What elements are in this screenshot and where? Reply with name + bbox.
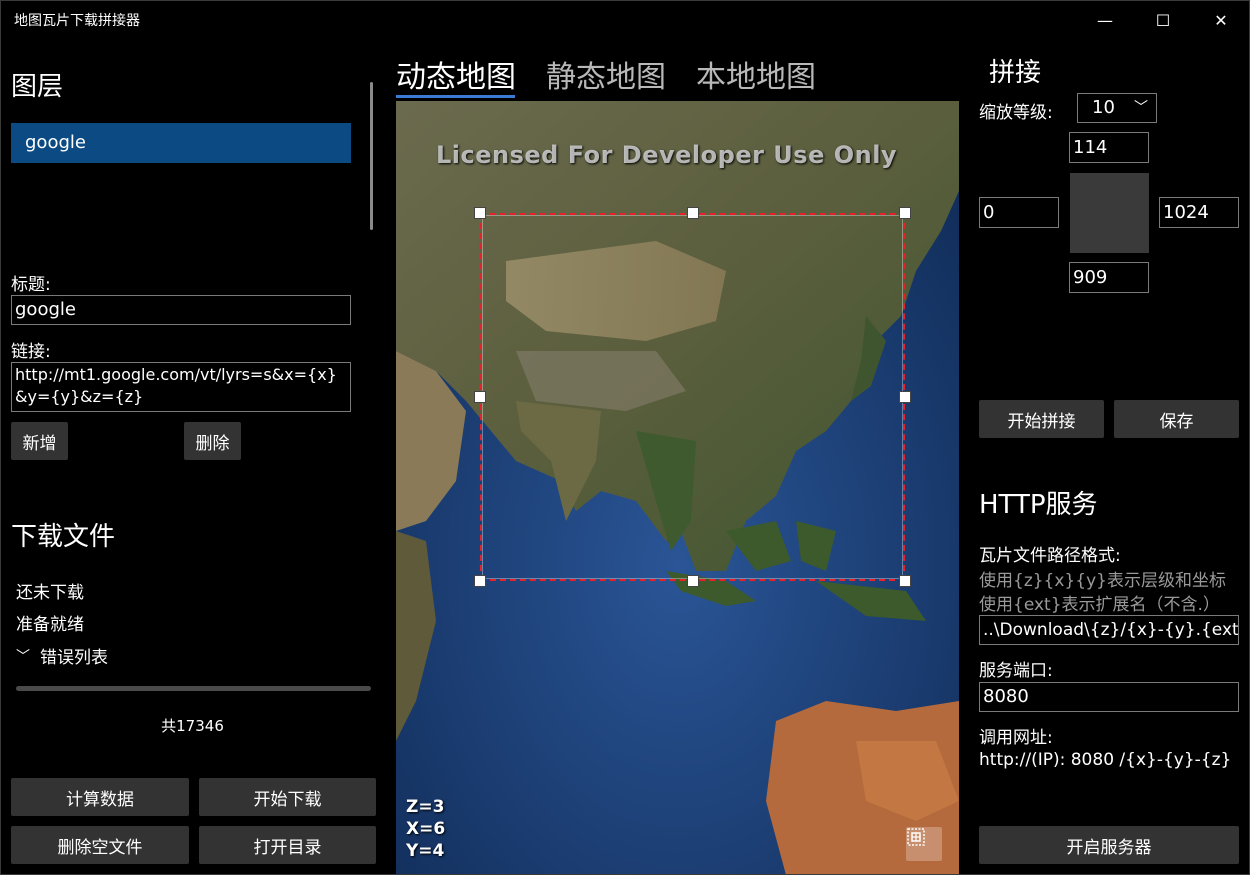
selection-handle-top-left[interactable]	[474, 207, 486, 219]
download-status: 还未下载	[16, 583, 84, 603]
save-button[interactable]: 保存	[1114, 400, 1239, 438]
layers-scrollbar[interactable]	[370, 82, 373, 230]
selection-handle-bottom-right[interactable]	[899, 575, 911, 587]
link-label: 链接:	[11, 342, 51, 362]
tab-dynamic-map[interactable]: 动态地图	[396, 52, 516, 96]
selection-handle-left[interactable]	[474, 391, 486, 403]
bottom-bound-input[interactable]: 909	[1069, 262, 1149, 293]
maximize-button[interactable]: ☐	[1134, 0, 1192, 40]
link-input[interactable]: http://mt1.google.com/vt/lyrs=s&x={x}&y=…	[11, 362, 351, 412]
close-button[interactable]: ✕	[1192, 0, 1250, 40]
path-hint-extension: 使用{ext}表示扩展名（不含.）	[979, 595, 1220, 615]
total-count: 共17346	[161, 717, 224, 735]
tile-path-format-label: 瓦片文件路径格式:	[979, 546, 1121, 566]
right-bound-input[interactable]: 1024	[1159, 197, 1239, 228]
http-service-heading: HTTP服务	[979, 490, 1098, 520]
zoom-level-value: 10	[1092, 97, 1115, 118]
tab-local-map[interactable]: 本地地图	[696, 52, 816, 96]
title-input[interactable]: google	[11, 295, 351, 325]
window-title: 地图瓦片下载拼接器	[14, 13, 140, 29]
download-heading: 下载文件	[11, 522, 116, 552]
minimize-button[interactable]: —	[1076, 0, 1134, 40]
maximize-icon: ☐	[1155, 10, 1171, 30]
call-url-value: http://(IP): 8080 /{x}-{y}-{z}	[979, 750, 1232, 770]
zoom-level-label: 缩放等级:	[979, 103, 1053, 123]
zoom-readout: Z=3	[406, 797, 445, 817]
left-bound-input[interactable]: 0	[979, 197, 1059, 228]
selection-handle-top-right[interactable]	[899, 207, 911, 219]
service-port-input[interactable]: 8080	[979, 682, 1239, 712]
stitch-heading: 拼接	[989, 58, 1042, 88]
minimize-icon: —	[1097, 10, 1113, 30]
y-readout: Y=4	[406, 841, 445, 861]
add-layer-button[interactable]: 新增	[11, 422, 68, 460]
error-list-label: 错误列表	[40, 648, 108, 668]
delete-empty-files-button[interactable]: 删除空文件	[11, 826, 189, 864]
tab-static-map[interactable]: 静态地图	[546, 52, 666, 96]
delete-layer-button[interactable]: 删除	[184, 422, 241, 460]
selection-rectangle[interactable]	[480, 213, 905, 581]
start-server-button[interactable]: 开启服务器	[979, 826, 1239, 864]
layer-item-google[interactable]: google	[11, 123, 351, 163]
chevron-down-icon: ﹀	[1134, 100, 1148, 116]
map-view[interactable]: Licensed For Developer Use Only Z=3 X=6 …	[396, 101, 959, 875]
ready-status: 准备就绪	[16, 615, 84, 635]
stitch-preview-box	[1070, 173, 1149, 253]
selection-handle-bottom-left[interactable]	[474, 575, 486, 587]
x-readout: X=6	[406, 819, 446, 839]
error-list-expander[interactable]: ﹀ 错误列表	[16, 643, 108, 668]
path-hint-coordinates: 使用{z}{x}{y}表示层级和坐标	[979, 571, 1226, 591]
layers-icon[interactable]	[906, 827, 942, 861]
top-bound-input[interactable]: 114	[1069, 132, 1149, 163]
selection-handle-bottom[interactable]	[687, 575, 699, 587]
title-label: 标题:	[11, 275, 51, 295]
selection-handle-right[interactable]	[899, 391, 911, 403]
selection-handle-top[interactable]	[687, 207, 699, 219]
download-progress-bar	[16, 686, 371, 691]
zoom-level-select[interactable]: 10 ﹀	[1077, 93, 1157, 123]
chevron-down-icon: ﹀	[16, 648, 30, 665]
open-directory-button[interactable]: 打开目录	[199, 826, 376, 864]
start-download-button[interactable]: 开始下载	[199, 778, 376, 816]
active-tab-indicator	[396, 95, 515, 98]
map-watermark: Licensed For Developer Use Only	[436, 141, 898, 169]
start-stitch-button[interactable]: 开始拼接	[979, 400, 1104, 438]
service-port-label: 服务端口:	[979, 661, 1053, 681]
call-url-label: 调用网址:	[979, 728, 1053, 748]
close-icon: ✕	[1214, 10, 1228, 30]
layers-heading: 图层	[11, 72, 64, 102]
compute-data-button[interactable]: 计算数据	[11, 778, 189, 816]
tile-path-input[interactable]: ..\Download\{z}/{x}-{y}.{ext}	[979, 615, 1239, 645]
